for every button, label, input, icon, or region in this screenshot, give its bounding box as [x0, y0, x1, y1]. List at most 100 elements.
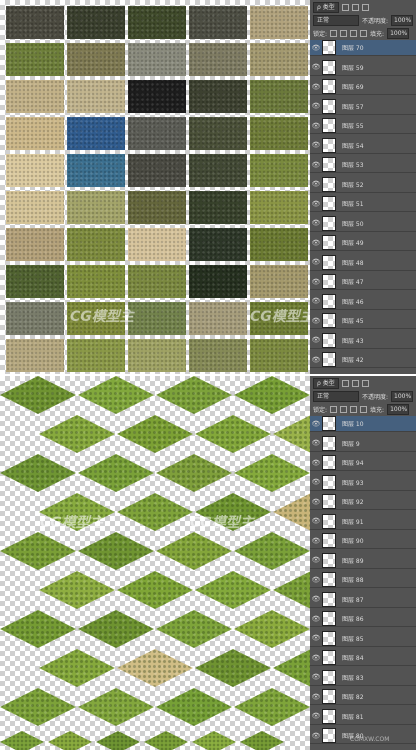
layer-row[interactable]: 👁 图层 86	[310, 611, 416, 627]
lock-transparency-icon[interactable]	[330, 29, 338, 37]
filter-adjust-icon[interactable]	[351, 379, 359, 387]
visibility-eye-icon[interactable]: 👁	[310, 611, 322, 627]
visibility-eye-icon[interactable]: 👁	[310, 274, 322, 290]
layer-row[interactable]: 👁 图层 49	[310, 235, 416, 251]
layer-name[interactable]: 图层 85	[342, 634, 364, 643]
visibility-eye-icon[interactable]: 👁	[310, 669, 322, 685]
visibility-eye-icon[interactable]: 👁	[310, 254, 322, 270]
lock-paint-icon[interactable]	[340, 405, 348, 413]
visibility-eye-icon[interactable]: 👁	[310, 332, 322, 348]
visibility-eye-icon[interactable]: 👁	[310, 552, 322, 568]
opacity-input[interactable]: 100%	[391, 14, 413, 26]
layer-name[interactable]: 图层 81	[342, 712, 364, 721]
layer-name[interactable]: 图层 87	[342, 595, 364, 604]
layer-name[interactable]: 图层 92	[342, 497, 364, 506]
blend-mode-select[interactable]: 正常	[313, 14, 359, 26]
filter-image-icon[interactable]	[341, 379, 349, 387]
visibility-eye-icon[interactable]: 👁	[310, 196, 322, 212]
fill-input[interactable]: 100%	[387, 403, 410, 415]
tile-canvas-bottom[interactable]	[0, 376, 310, 750]
layer-row[interactable]: 👁 图层 47	[310, 274, 416, 290]
layer-name[interactable]: 图层 48	[342, 258, 364, 267]
blend-mode-select[interactable]: 正常	[313, 390, 359, 402]
layer-row[interactable]: 👁 图层 81	[310, 708, 416, 725]
layer-row[interactable]: 👁 图层 92	[310, 494, 416, 510]
lock-paint-icon[interactable]	[340, 29, 348, 37]
visibility-eye-icon[interactable]: 👁	[310, 474, 322, 490]
visibility-eye-icon[interactable]: 👁	[310, 215, 322, 231]
visibility-eye-icon[interactable]: 👁	[310, 118, 322, 134]
visibility-eye-icon[interactable]: 👁	[310, 352, 322, 368]
layer-row[interactable]: 👁 图层 85	[310, 630, 416, 647]
visibility-eye-icon[interactable]: 👁	[310, 79, 322, 95]
layer-row[interactable]: 👁 图层 48	[310, 254, 416, 271]
layer-row[interactable]: 👁 图层 43	[310, 332, 416, 349]
visibility-eye-icon[interactable]: 👁	[310, 157, 322, 173]
layer-name[interactable]: 图层 88	[342, 575, 364, 584]
layer-name[interactable]: 图层 49	[342, 238, 364, 247]
lock-all-icon[interactable]	[360, 405, 368, 413]
visibility-eye-icon[interactable]: 👁	[310, 313, 322, 329]
layer-row[interactable]: 👁 图层 10	[310, 416, 416, 432]
layer-row[interactable]: 👁 图层 91	[310, 513, 416, 530]
layer-name[interactable]: 图层 59	[342, 63, 364, 72]
layer-row[interactable]: 👁 图层 90	[310, 533, 416, 549]
layer-row[interactable]: 👁 图层 83	[310, 669, 416, 686]
lock-move-icon[interactable]	[350, 29, 358, 37]
visibility-eye-icon[interactable]: 👁	[310, 416, 322, 432]
layer-row[interactable]: 👁 图层 82	[310, 689, 416, 705]
visibility-eye-icon[interactable]: 👁	[310, 98, 322, 114]
visibility-eye-icon[interactable]: 👁	[310, 494, 322, 510]
layer-name[interactable]: 图层 69	[342, 82, 364, 91]
visibility-eye-icon[interactable]: 👁	[310, 708, 322, 724]
visibility-eye-icon[interactable]: 👁	[310, 533, 322, 549]
layer-row[interactable]: 👁 图层 51	[310, 196, 416, 212]
visibility-eye-icon[interactable]: 👁	[310, 650, 322, 666]
layer-name[interactable]: 图层 50	[342, 219, 364, 228]
layer-name[interactable]: 图层 82	[342, 692, 364, 701]
visibility-eye-icon[interactable]: 👁	[310, 235, 322, 251]
kind-filter-select[interactable]: ρ 类型	[313, 377, 339, 389]
layer-name[interactable]: 图层 45	[342, 316, 364, 325]
layer-name[interactable]: 图层 90	[342, 536, 364, 545]
filter-image-icon[interactable]	[341, 3, 349, 11]
layer-name[interactable]: 图层 52	[342, 180, 364, 189]
layer-row[interactable]: 👁 图层 54	[310, 137, 416, 154]
layer-row[interactable]: 👁 图层 59	[310, 59, 416, 76]
layer-row[interactable]: 👁 图层 53	[310, 157, 416, 173]
layer-row[interactable]: 👁 图层 87	[310, 591, 416, 608]
layer-name[interactable]: 图层 10	[342, 419, 364, 428]
layer-name[interactable]: 图层 54	[342, 141, 364, 150]
visibility-eye-icon[interactable]: 👁	[310, 591, 322, 607]
layer-name[interactable]: 图层 51	[342, 199, 364, 208]
opacity-input[interactable]: 100%	[391, 390, 413, 402]
layer-name[interactable]: 图层 46	[342, 297, 364, 306]
layer-name[interactable]: 图层 93	[342, 478, 364, 487]
layer-row[interactable]: 👁 图层 57	[310, 98, 416, 115]
visibility-eye-icon[interactable]: 👁	[310, 455, 322, 471]
layer-name[interactable]: 图层 70	[342, 43, 364, 52]
layer-name[interactable]: 图层 83	[342, 673, 364, 682]
lock-move-icon[interactable]	[350, 405, 358, 413]
layer-row[interactable]: 👁 图层 9	[310, 435, 416, 452]
visibility-eye-icon[interactable]: 👁	[310, 572, 322, 588]
visibility-eye-icon[interactable]: 👁	[310, 513, 322, 529]
filter-adjust-icon[interactable]	[351, 3, 359, 11]
layer-name[interactable]: 图层 86	[342, 614, 364, 623]
layer-name[interactable]: 图层 9	[342, 439, 360, 448]
layer-name[interactable]: 图层 57	[342, 102, 364, 111]
layer-row[interactable]: 👁 图层 46	[310, 293, 416, 310]
layer-row[interactable]: 👁 图层 50	[310, 215, 416, 232]
visibility-eye-icon[interactable]: 👁	[310, 630, 322, 646]
filter-text-icon[interactable]	[361, 379, 369, 387]
layer-name[interactable]: 图层 55	[342, 121, 364, 130]
layer-row[interactable]: 👁 图层 42	[310, 352, 416, 368]
visibility-eye-icon[interactable]: 👁	[310, 40, 322, 56]
layer-row[interactable]: 👁 图层 69	[310, 79, 416, 95]
layer-name[interactable]: 图层 47	[342, 277, 364, 286]
visibility-eye-icon[interactable]: 👁	[310, 176, 322, 192]
kind-filter-select[interactable]: ρ 类型	[313, 1, 339, 13]
layer-name[interactable]: 图层 42	[342, 355, 364, 364]
visibility-eye-icon[interactable]: 👁	[310, 59, 322, 75]
layer-row[interactable]: 👁 图层 89	[310, 552, 416, 569]
